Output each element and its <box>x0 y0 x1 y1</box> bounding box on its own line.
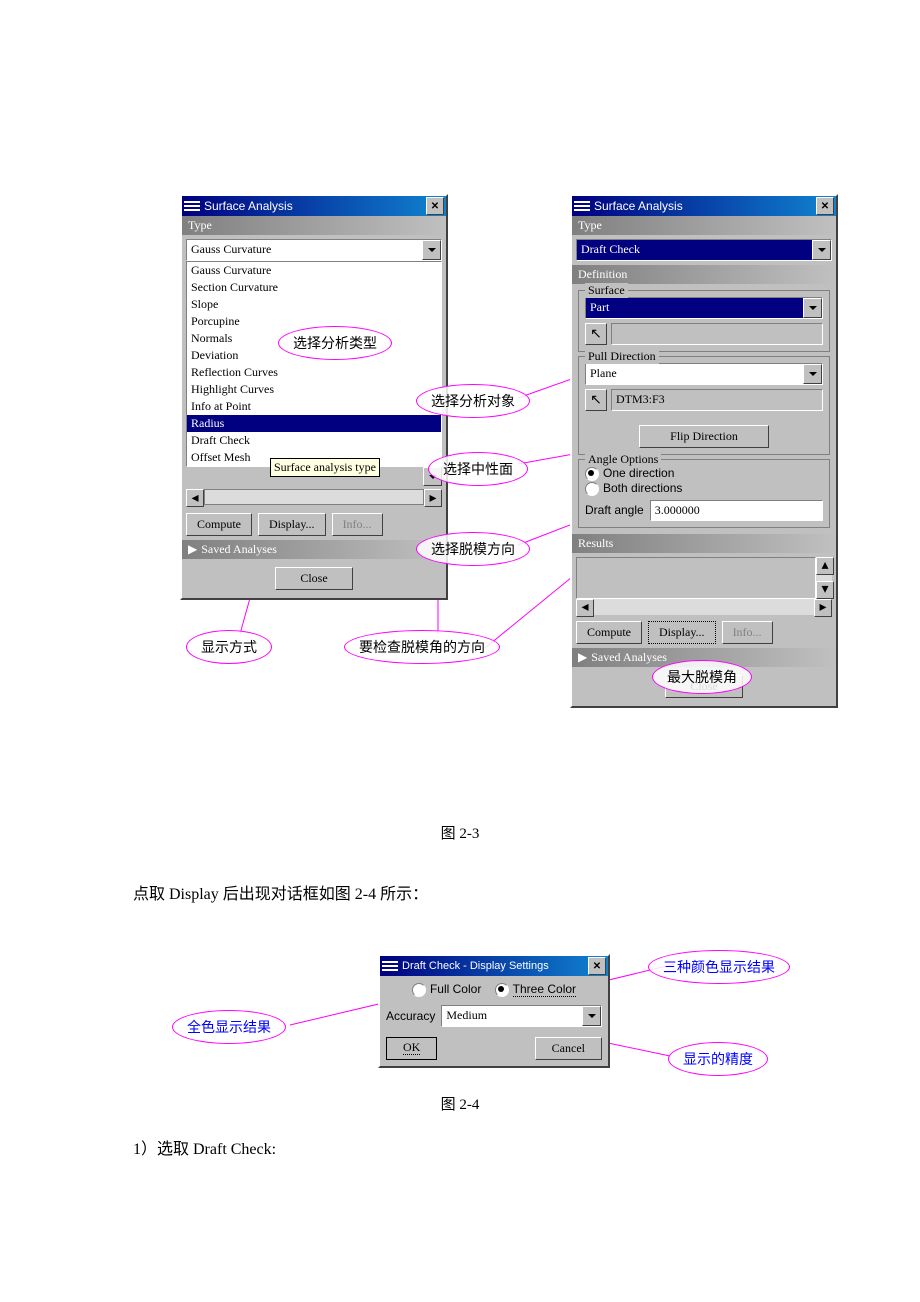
type-section-label: Type <box>182 216 446 235</box>
surface-ref-field[interactable] <box>611 323 823 345</box>
surface-label: Surface <box>585 283 628 298</box>
angle-options-group: Angle Options One direction Both directi… <box>578 459 830 528</box>
app-icon <box>574 200 590 212</box>
display-button[interactable]: Display... <box>258 513 326 536</box>
type-combo[interactable]: Gauss Curvature <box>186 239 442 261</box>
list-item[interactable]: Reflection Curves <box>187 364 441 381</box>
close-icon[interactable]: ✕ <box>426 197 444 215</box>
pull-ref-field[interactable]: DTM3:F3 <box>611 389 823 411</box>
close-icon[interactable]: ✕ <box>588 957 606 975</box>
chevron-down-icon[interactable] <box>803 364 822 384</box>
ok-button[interactable]: OK <box>386 1037 437 1060</box>
annotation: 选择中性面 <box>428 452 528 486</box>
type-combo-value: Gauss Curvature <box>187 240 422 260</box>
paragraph: 点取 Display 后出现对话框如图 2-4 所示： <box>133 880 428 904</box>
display-button[interactable]: Display... <box>648 621 716 644</box>
one-direction-radio[interactable]: One direction <box>585 466 823 481</box>
annotation: 最大脱模角 <box>652 660 752 694</box>
accuracy-combo[interactable]: Medium <box>441 1005 602 1027</box>
flip-direction-button[interactable]: Flip Direction <box>639 425 769 448</box>
type-section-label: Type <box>572 216 836 235</box>
annotation: 选择分析类型 <box>278 326 392 360</box>
list-item[interactable]: Radius <box>187 415 441 432</box>
chevron-down-icon[interactable] <box>812 240 831 260</box>
list-item[interactable]: Gauss Curvature <box>187 262 441 279</box>
pull-direction-combo[interactable]: Plane <box>585 363 823 385</box>
draft-angle-field[interactable]: 3.000000 <box>650 500 823 521</box>
results-area <box>576 557 816 599</box>
chevron-down-icon[interactable] <box>422 240 441 260</box>
accuracy-label: Accuracy <box>386 1009 435 1023</box>
saved-analyses-section[interactable]: ▶ Saved Analyses <box>182 540 446 559</box>
chevron-down-icon[interactable] <box>803 298 822 318</box>
expand-icon: ▶ <box>188 542 197 557</box>
pick-icon[interactable]: ↖ <box>585 323 607 345</box>
type-combo[interactable]: Draft Check <box>576 239 832 261</box>
definition-section-label: Definition <box>572 265 836 284</box>
info-button: Info... <box>722 621 773 644</box>
close-icon[interactable]: ✕ <box>816 197 834 215</box>
scroll-left-icon[interactable]: ◂ <box>186 489 204 507</box>
cancel-button[interactable]: Cancel <box>535 1037 602 1060</box>
list-item[interactable]: Slope <box>187 296 441 313</box>
figure-caption: 图 2-4 <box>0 1093 920 1114</box>
annotation: 三种颜色显示结果 <box>648 950 790 984</box>
scroll-down-icon[interactable]: ▾ <box>816 581 834 599</box>
pull-direction-label: Pull Direction <box>585 349 659 364</box>
window-title: Surface Analysis <box>594 199 683 213</box>
window-title: Draft Check - Display Settings <box>402 960 549 972</box>
app-icon <box>184 200 200 212</box>
step-text: 1）选取 Draft Check: <box>133 1135 276 1159</box>
app-icon <box>382 960 398 972</box>
angle-options-label: Angle Options <box>585 452 661 467</box>
close-button[interactable]: Close <box>275 567 352 590</box>
chevron-down-icon[interactable] <box>582 1006 601 1026</box>
annotation: 显示方式 <box>186 630 272 664</box>
annotation: 显示的精度 <box>668 1042 768 1076</box>
compute-button[interactable]: Compute <box>576 621 642 644</box>
figure-caption: 图 2-3 <box>0 822 920 843</box>
expand-icon: ▶ <box>578 650 587 665</box>
list-item[interactable]: Section Curvature <box>187 279 441 296</box>
titlebar: Surface Analysis ✕ <box>572 196 836 216</box>
titlebar: Draft Check - Display Settings ✕ <box>380 956 608 976</box>
surface-group: Surface Part ↖ <box>578 290 830 352</box>
compute-button[interactable]: Compute <box>186 513 252 536</box>
scroll-left-icon[interactable]: ◂ <box>576 599 594 617</box>
scroll-up-icon[interactable]: ▴ <box>816 557 834 575</box>
list-item[interactable]: Highlight Curves <box>187 381 441 398</box>
tooltip: Surface analysis type <box>270 458 380 477</box>
annotation: 选择脱模方向 <box>416 532 530 566</box>
pull-direction-group: Pull Direction Plane ↖ DTM3:F3 Flip Dire… <box>578 356 830 455</box>
scroll-right-icon[interactable]: ▸ <box>424 489 442 507</box>
full-color-radio[interactable]: Full Color <box>412 982 481 996</box>
annotation: 要检查脱模角的方向 <box>344 630 500 664</box>
list-item[interactable]: Info at Point <box>187 398 441 415</box>
type-combo-value: Draft Check <box>577 240 812 260</box>
annotation: 全色显示结果 <box>172 1010 286 1044</box>
info-button: Info... <box>332 513 383 536</box>
three-color-radio[interactable]: Three Color <box>495 982 576 996</box>
window-title: Surface Analysis <box>204 199 293 213</box>
surface-combo[interactable]: Part <box>585 297 823 319</box>
draft-angle-label: Draft angle <box>585 503 644 517</box>
titlebar: Surface Analysis ✕ <box>182 196 446 216</box>
scroll-right-icon[interactable]: ▸ <box>814 599 832 617</box>
both-directions-radio[interactable]: Both directions <box>585 481 823 496</box>
pick-icon[interactable]: ↖ <box>585 389 607 411</box>
list-item[interactable]: Draft Check <box>187 432 441 449</box>
results-section-label: Results <box>572 534 836 553</box>
annotation: 选择分析对象 <box>416 384 530 418</box>
type-list[interactable]: Gauss Curvature Section Curvature Slope … <box>186 261 442 467</box>
